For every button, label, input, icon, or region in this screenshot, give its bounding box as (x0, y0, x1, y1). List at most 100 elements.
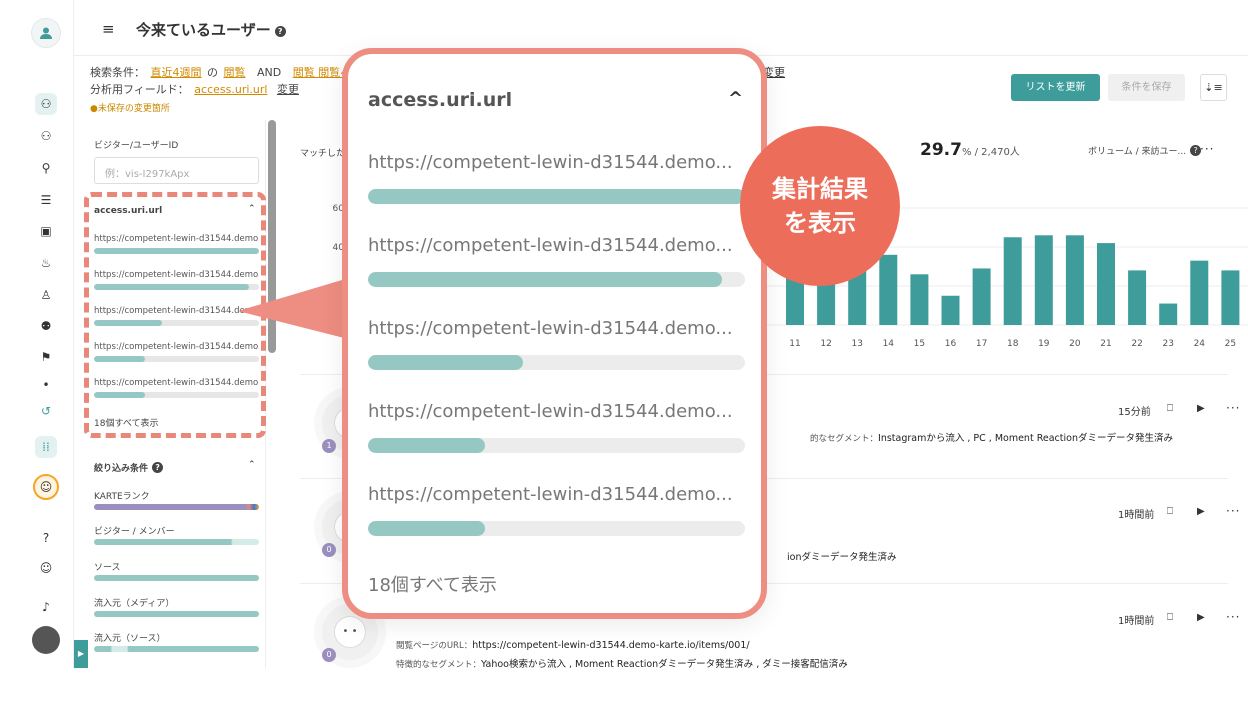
x-tick-label: 17 (976, 339, 987, 349)
more-icon[interactable]: ··· (1226, 504, 1240, 518)
url-item[interactable]: https://competent-lewin-d31544.demo... (94, 378, 259, 388)
collapse-icon[interactable]: ⌃ (248, 460, 256, 470)
visitor-id-input[interactable]: 例：vis-I297kApx (94, 157, 259, 184)
segment-text: 特徴的なセグメント：Yahoo検索から流入 , Moment Reactionダ… (396, 659, 848, 668)
url-bar-fill (94, 320, 162, 326)
unsaved-notice: ●未保存の変更箇所 (90, 104, 170, 114)
url-item[interactable]: https://competent-lewin-d31544.demo... (94, 270, 259, 280)
more-icon[interactable]: ··· (1226, 610, 1240, 624)
chart-bar (879, 254, 898, 325)
account-avatar[interactable] (31, 18, 61, 48)
x-tick-label: 15 (914, 339, 925, 349)
search-conditions: 検索条件： 直近4週間 の 閲覧 AND 閲覧 閲覧ページ 分析用フィールド： … (90, 64, 375, 98)
visit-count-badge: 1 (322, 439, 336, 453)
popup-url-item[interactable]: https://competent-lewin-d31544.demo... (368, 401, 748, 422)
image-icon[interactable]: ▣ (35, 220, 57, 242)
url-bar (94, 320, 259, 326)
x-tick-label: 16 (945, 339, 957, 349)
visitor-id-label: ビジター/ユーザーID (94, 141, 179, 151)
bookmark-icon[interactable]: ⎕ (1167, 612, 1173, 623)
bookmark-icon[interactable]: ⎕ (1167, 403, 1173, 414)
view-link[interactable]: 閲覧 (224, 66, 246, 79)
show-all-link[interactable]: 18個すべて表示 (94, 416, 158, 429)
help-icon[interactable]: ? (152, 462, 164, 473)
popup-url-item[interactable]: https://competent-lewin-d31544.demo... (368, 152, 748, 173)
panel-scrollbar[interactable] (268, 120, 276, 353)
url-item[interactable]: https://competent-lewin-d31544.demo... (94, 306, 259, 316)
help-icon[interactable]: ? (274, 26, 286, 37)
url-item[interactable]: https://competent-lewin-d31544.demo... (94, 342, 259, 352)
profile-avatar[interactable] (32, 626, 60, 654)
popup-url-bar-fill (368, 438, 485, 453)
refresh-list-button[interactable]: リストを更新 (1011, 74, 1100, 101)
mascot-icon[interactable]: ☺ (33, 474, 59, 500)
filter-label: 流入元（メディア） (94, 599, 175, 609)
x-tick-label: 24 (1194, 339, 1206, 349)
callout-bubble: 集計結果 を表示 (740, 126, 900, 286)
x-tick-label: 25 (1225, 339, 1236, 349)
chart-bar (1159, 303, 1178, 325)
chart-bar (1065, 235, 1084, 325)
live-users-icon[interactable]: ⚇ (35, 93, 57, 115)
x-tick-label: 23 (1162, 339, 1173, 349)
chart-bar (972, 268, 991, 325)
filter-label: KARTEランク (94, 492, 150, 502)
and-text: AND (257, 66, 282, 79)
save-conditions-button[interactable]: 条件を保存 (1108, 74, 1185, 101)
fire-icon[interactable]: ♨ (35, 252, 57, 274)
field-change-link[interactable]: 変更 (277, 83, 299, 96)
history-icon[interactable]: ↺ (35, 400, 57, 422)
field-link[interactable]: access.uri.url (194, 83, 267, 96)
user-search-icon[interactable]: ⚲ (35, 157, 57, 179)
popup-url-bar (368, 189, 745, 204)
filter-label: ビジター / メンバー (94, 527, 175, 537)
sort-icon[interactable]: ⇣≡ (1200, 74, 1227, 101)
flag-icon[interactable]: ⚑ (35, 346, 57, 368)
menu-icon[interactable]: ≡ (102, 20, 115, 38)
more-icon[interactable]: ··· (1226, 401, 1240, 415)
left-rail: ⚇ ⚇ ⚲ ☰ ▣ ♨ ♙ ⚉ ⚑ • ↺ ⁞⁞ ☺ ? ☺ ♪ (20, 0, 74, 668)
popup-show-all-link[interactable]: 18個すべて表示 (368, 571, 497, 597)
url-bar-fill (94, 284, 250, 290)
collapse-icon[interactable]: ⌃ (248, 204, 256, 214)
chevron-up-icon[interactable]: ^ (728, 88, 743, 109)
url-bar-fill (94, 356, 146, 362)
segment-text: 的なセグメント：Instagramから流入 , PC , Moment Reac… (810, 433, 1173, 444)
x-tick-label: 12 (820, 339, 831, 349)
bell-icon[interactable]: ♪ (35, 596, 57, 618)
field-title: access.uri.url (94, 206, 163, 216)
filter-bar (94, 646, 259, 652)
play-icon[interactable]: ▶ (1197, 612, 1205, 623)
group-icon[interactable]: ⚉ (35, 315, 57, 337)
users-icon[interactable]: ⚇ (35, 125, 57, 147)
filter-bar (94, 539, 259, 545)
popup-url-bar-fill (368, 521, 485, 536)
segment-text: ionダミーデータ発生済み (787, 552, 897, 563)
popup-url-bar-fill (368, 189, 745, 204)
play-icon[interactable]: ▶ (1197, 403, 1205, 414)
popup-url-item[interactable]: https://competent-lewin-d31544.demo... (368, 318, 748, 339)
list-icon[interactable]: ☰ (35, 189, 57, 211)
url-item[interactable]: https://competent-lewin-d31544.demo... (94, 234, 259, 244)
apps-grid-icon[interactable]: ⁞⁞ (35, 436, 57, 458)
user-icon (40, 27, 52, 39)
url-bar (94, 356, 259, 362)
conditions-label: 検索条件： (90, 66, 145, 79)
x-tick-label: 21 (1100, 339, 1111, 349)
bookmark-icon[interactable]: ⎕ (1167, 506, 1173, 517)
filter-bar (94, 575, 259, 581)
period-link[interactable]: 直近4週間 (151, 66, 202, 79)
popup-url-item[interactable]: https://competent-lewin-d31544.demo... (368, 484, 748, 505)
chart-bar (1097, 243, 1115, 325)
popup-url-item[interactable]: https://competent-lewin-d31544.demo... (368, 235, 748, 256)
popup-url-bar (368, 272, 745, 287)
play-icon[interactable]: ▶ (1197, 506, 1205, 517)
person-icon[interactable]: ♙ (35, 284, 57, 306)
row-time: 15分前 (1118, 407, 1151, 418)
help-circle-icon[interactable]: ? (35, 527, 57, 549)
chart-bar (1221, 270, 1240, 325)
filter-bar (94, 504, 259, 510)
popup-url-bar (368, 438, 745, 453)
mood-icon[interactable]: ☺ (35, 557, 57, 579)
expand-panel-icon[interactable]: ▶ (74, 640, 88, 668)
